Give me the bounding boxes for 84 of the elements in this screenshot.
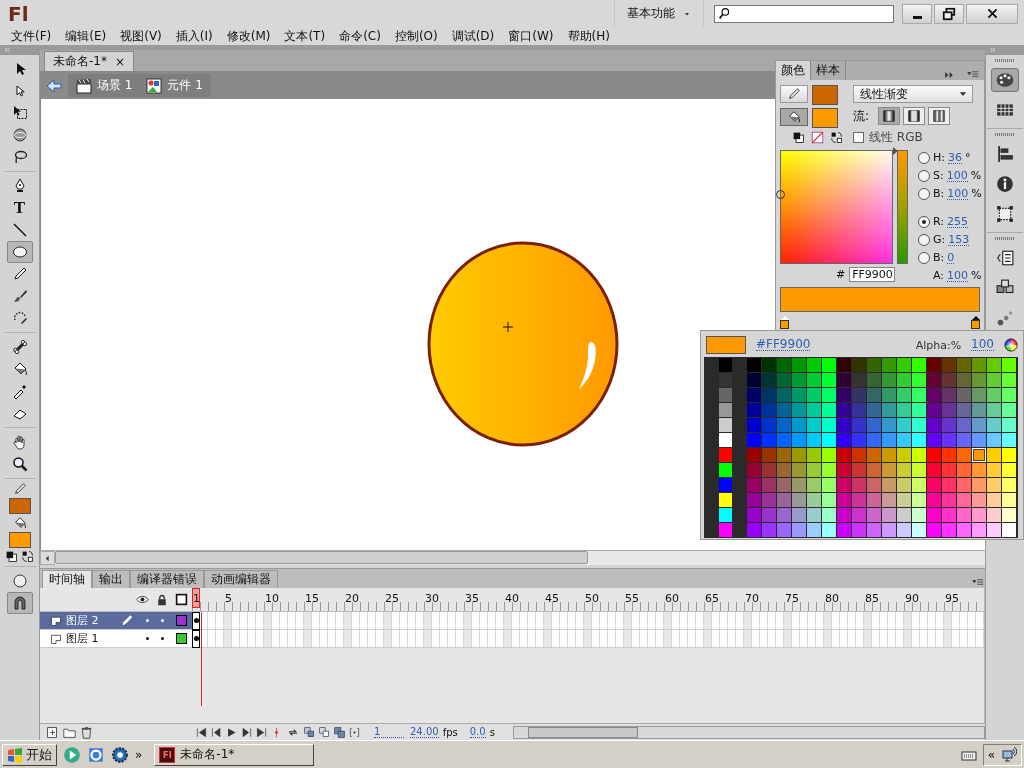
menu-item[interactable]: 命令(C) — [332, 27, 388, 45]
hex-field[interactable]: FF9900 — [849, 267, 896, 282]
channel-label: H: — [933, 151, 945, 164]
panel-tab[interactable]: 编译器错误 — [130, 570, 204, 588]
document-title: 未命名-1* — [53, 53, 107, 70]
channel-label: R: — [933, 215, 944, 228]
frame-number: 35 — [464, 591, 480, 605]
hex-value[interactable]: #FF9900 — [756, 339, 811, 351]
menu-item[interactable]: 帮助(H) — [560, 27, 617, 45]
panel-tab[interactable]: 时间轴 — [42, 570, 92, 588]
frame-number: 5 — [224, 591, 233, 605]
layer-name: 图层 2 — [66, 613, 100, 628]
channel-value[interactable]: 100 — [947, 187, 969, 200]
channel-label: G: — [933, 233, 946, 246]
frame-number: 15 — [304, 591, 320, 605]
app-icon: Fl — [159, 746, 176, 763]
frame-number: 20 — [344, 591, 360, 605]
breadcrumb-item[interactable]: 元件 1 — [146, 77, 203, 94]
channel-value[interactable]: 0 — [947, 251, 955, 264]
layer-row[interactable]: 图层 2 — [40, 612, 192, 630]
taskbar-button[interactable]: Fl 未命名-1* — [154, 743, 315, 766]
frame-number: 40 — [504, 591, 520, 605]
frame-number: 90 — [904, 591, 920, 605]
menu-item[interactable]: 控制(O) — [387, 27, 445, 45]
channel-label: A: — [933, 269, 945, 282]
channel-value[interactable]: 255 — [947, 215, 968, 228]
channel-label: S: — [933, 169, 944, 182]
menu-item[interactable]: 文本(T) — [277, 27, 333, 45]
channel-unit: ° — [965, 151, 971, 164]
frame-number: 70 — [744, 591, 760, 605]
channel-label: B: — [933, 187, 945, 200]
alpha-value[interactable]: 100 — [971, 339, 994, 351]
menu-item[interactable]: 调试(D) — [444, 27, 502, 45]
layer-name: 图层 1 — [66, 631, 100, 646]
frame-ruler[interactable]: 1 5 10 15 20 25 30 35 40 45 50 55 60 65 70 75 80 85 90 95 — [192, 588, 984, 612]
fps-unit: fps — [442, 726, 458, 738]
channel-value[interactable]: 100 — [946, 169, 968, 182]
menu-item[interactable]: 编辑(E) — [58, 27, 114, 45]
frame-number: 80 — [824, 591, 840, 605]
channel-unit: % — [970, 169, 982, 182]
tray-toggle[interactable]: « — [987, 747, 995, 762]
elapsed-time: 0.0 — [469, 726, 486, 738]
frame-number: 1 — [192, 588, 200, 608]
frame-number: 60 — [664, 591, 680, 605]
fill-type-dropdown[interactable]: 线性渐变 — [853, 85, 973, 103]
panel-tab[interactable]: 动画编辑器 — [204, 570, 278, 588]
current-frame[interactable]: 1 — [374, 726, 404, 738]
hex-label: # — [836, 268, 846, 281]
alpha-label: Alpha:% — [915, 338, 962, 352]
frame-number: 95 — [944, 591, 960, 605]
app-logo: Fl — [8, 1, 29, 26]
channel-unit: % — [971, 269, 982, 282]
frame-number: 50 — [584, 591, 600, 605]
channel-value[interactable]: 100 — [947, 269, 969, 282]
menu-item[interactable]: 修改(M) — [219, 27, 278, 45]
start-button[interactable]: 开始 — [2, 743, 57, 766]
menu-item[interactable]: 视图(V) — [113, 27, 169, 45]
time-unit: s — [489, 726, 495, 738]
frame-number: 10 — [264, 591, 280, 605]
checkbox-label: 线性 RGB — [869, 129, 923, 146]
frame-number: 45 — [544, 591, 560, 605]
channel-label: B: — [933, 251, 945, 264]
flow-label: 流: — [853, 107, 870, 125]
channel-value[interactable]: 36 — [948, 151, 962, 164]
frame-number: 55 — [624, 591, 640, 605]
menu-item[interactable]: 窗口(W) — [501, 27, 561, 45]
tab-close[interactable]: × — [114, 54, 126, 69]
frame-number: 30 — [424, 591, 440, 605]
panel-tab[interactable]: 颜色 — [776, 61, 811, 80]
document-tab[interactable]: 未命名-1* × — [44, 51, 135, 71]
panel-tab[interactable]: 输出 — [92, 570, 130, 588]
layer-row[interactable]: 图层 1 — [40, 630, 192, 648]
more-button[interactable]: » — [135, 747, 143, 762]
menu-item[interactable]: 文件(F) — [4, 27, 59, 45]
frame-number: 65 — [704, 591, 720, 605]
menu-item[interactable]: 插入(I) — [168, 27, 220, 45]
channel-unit: % — [971, 187, 982, 200]
frame-number: 75 — [784, 591, 800, 605]
text-tool[interactable]: T — [6, 197, 33, 219]
channel-value[interactable]: 153 — [948, 233, 970, 246]
frame-number: 25 — [384, 591, 400, 605]
frame-rate[interactable]: 24.00 — [410, 726, 439, 738]
frame-number: 85 — [864, 591, 880, 605]
breadcrumb-item[interactable]: 场景 1 — [76, 77, 133, 94]
